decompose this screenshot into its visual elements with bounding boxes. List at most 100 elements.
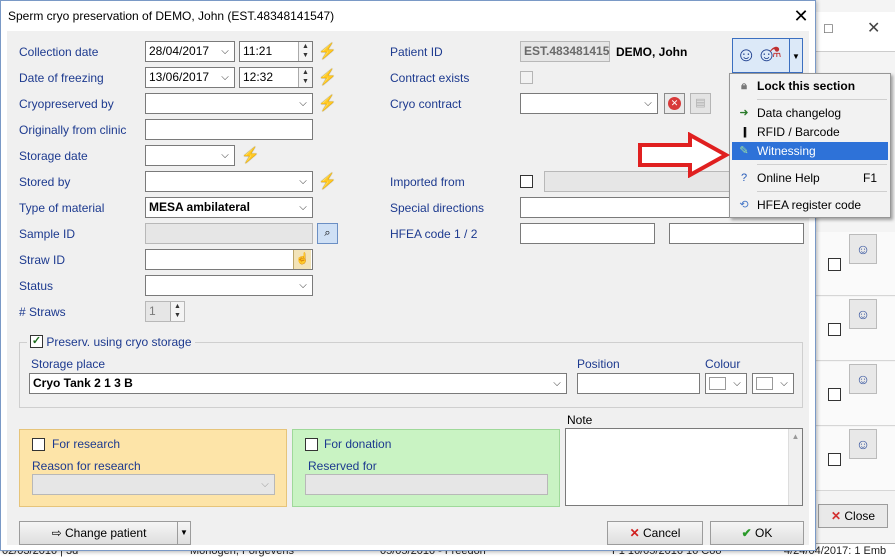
collection-date-label: Collection date: [19, 45, 99, 59]
cryopreserved-by-select[interactable]: ⌵: [145, 93, 313, 114]
note-textarea[interactable]: ▲▼: [565, 428, 803, 506]
straws-label: # Straws: [19, 305, 66, 319]
close-icon: ✕: [830, 509, 842, 523]
dialog-close-button[interactable]: ✕: [789, 5, 813, 27]
patient-couple-icon[interactable]: ☺: [849, 429, 877, 459]
arrow-right-icon: ⇨: [51, 526, 62, 540]
row-checkbox[interactable]: [828, 323, 841, 336]
status-select[interactable]: ⌵: [145, 275, 313, 296]
menu-item-data-changelog[interactable]: ➜ Data changelog: [732, 104, 888, 122]
imported-from-checkbox[interactable]: [520, 175, 533, 188]
collection-time-field[interactable]: 11:21 ▲ ▼: [239, 41, 313, 62]
position-label: Position: [577, 357, 620, 371]
menu-item-online-help[interactable]: ? Online Help F1: [732, 169, 888, 187]
list-item[interactable]: ☺: [815, 362, 895, 426]
chevron-down-icon: ⌵: [299, 98, 307, 109]
time-spinner-icon[interactable]: ▲ ▼: [298, 42, 312, 61]
list-item[interactable]: ☺: [815, 427, 895, 491]
colour-label: Colour: [705, 357, 741, 371]
section-options-menu: 🔒︎ Lock this section ➜ Data changelog ||…: [729, 73, 891, 218]
delete-icon: ✕: [668, 97, 681, 110]
sample-id-label: Sample ID: [19, 227, 76, 241]
sperm-cryo-dialog: Sperm cryo preservation of DEMO, John (E…: [0, 0, 816, 551]
ok-button[interactable]: ✔ OK: [710, 521, 804, 545]
storage-place-select[interactable]: Cryo Tank 2 1 3 B ⌵: [29, 373, 567, 394]
sample-id-lookup-button[interactable]: ⌕: [317, 223, 338, 244]
chevron-down-icon: ▼: [180, 528, 188, 537]
chevron-down-icon: ⌵: [299, 202, 307, 213]
row-checkbox[interactable]: [828, 258, 841, 271]
lightning-icon[interactable]: ⚡: [318, 70, 337, 86]
row-checkbox[interactable]: [828, 388, 841, 401]
cryo-storage-toggle[interactable]: ✓ Preserv. using cryo storage: [27, 334, 195, 350]
chevron-down-icon: ⌵: [644, 98, 652, 109]
stepper-arrows-icon[interactable]: ▲ ▼: [170, 302, 184, 321]
lightning-icon[interactable]: ⚡: [318, 96, 337, 112]
colour-swatch: [709, 377, 726, 390]
cryo-contract-select[interactable]: ⌵: [520, 93, 658, 114]
chevron-down-icon: ⌵: [780, 378, 788, 389]
originally-from-clinic-field[interactable]: [145, 119, 313, 140]
storage-date-field[interactable]: ⌵: [145, 145, 235, 166]
note-scrollbar[interactable]: ▲▼: [788, 429, 802, 505]
colour-select-2[interactable]: ⌵: [752, 373, 794, 394]
freezing-date-label: Date of freezing: [19, 71, 104, 85]
type-of-material-select[interactable]: MESA ambilateral ⌵: [145, 197, 313, 218]
position-field[interactable]: [577, 373, 700, 394]
patient-couple-icon[interactable]: ☺: [849, 234, 877, 264]
barcode-icon: |||: [742, 126, 748, 138]
for-research-label: For research: [52, 437, 121, 451]
for-research-checkbox[interactable]: [32, 438, 45, 451]
hfea-code-1-field[interactable]: [520, 223, 655, 244]
lightning-icon[interactable]: ⚡: [318, 174, 337, 190]
stored-by-label: Stored by: [19, 175, 71, 189]
arrow-right-icon: [638, 132, 731, 178]
donation-pane: For donation Reserved for: [292, 429, 560, 507]
dialog-title: Sperm cryo preservation of DEMO, John (E…: [8, 9, 335, 23]
change-patient-button[interactable]: ⇨ Change patient: [19, 521, 179, 545]
section-options-dropdown[interactable]: ▼: [789, 38, 803, 73]
list-item[interactable]: ☺: [815, 297, 895, 361]
hfea-code-2-field[interactable]: [669, 223, 804, 244]
patient-couple-icon[interactable]: ☺: [849, 299, 877, 329]
cryopreserved-by-label: Cryopreserved by: [19, 97, 114, 111]
menu-item-witnessing[interactable]: ✎ Witnessing: [732, 142, 888, 160]
dialog-client-area: Collection date Date of freezing Cryopre…: [7, 31, 809, 545]
freezing-time-field[interactable]: 12:32 ▲ ▼: [239, 67, 313, 88]
scan-hand-icon[interactable]: ☝: [293, 250, 311, 269]
list-item[interactable]: ☺: [815, 232, 895, 296]
straw-id-field[interactable]: ☝: [145, 249, 313, 270]
colour-select-1[interactable]: ⌵: [705, 373, 747, 394]
menu-item-lock-section[interactable]: 🔒︎ Lock this section: [732, 77, 888, 95]
clear-contract-button[interactable]: ✕: [664, 93, 685, 114]
freezing-date-field[interactable]: 13/06/2017 ⌵: [145, 67, 235, 88]
cancel-button[interactable]: ✕ Cancel: [607, 521, 703, 545]
row-checkbox[interactable]: [828, 453, 841, 466]
lightning-icon[interactable]: ⚡: [318, 44, 337, 60]
time-spinner-icon[interactable]: ▲ ▼: [298, 68, 312, 87]
background-close-button[interactable]: ✕ Close: [818, 504, 888, 528]
lightning-icon[interactable]: ⚡: [241, 148, 260, 164]
sample-id-field: [145, 223, 313, 244]
for-donation-checkbox[interactable]: [305, 438, 318, 451]
changelog-icon: ➜: [739, 107, 749, 119]
menu-separator: [757, 164, 887, 165]
section-options-button[interactable]: ☺☺ ⚗: [732, 38, 790, 73]
collection-date-field[interactable]: 28/04/2017 ⌵: [145, 41, 235, 62]
annotation-arrow: [638, 132, 731, 178]
stored-by-select[interactable]: ⌵: [145, 171, 313, 192]
chevron-down-icon: ⌵: [221, 72, 229, 83]
contract-exists-label: Contract exists: [390, 71, 470, 85]
maximize-icon: ☐: [823, 22, 834, 36]
chevron-down-icon: ⌵: [733, 378, 741, 389]
straws-count-stepper[interactable]: 1 ▲ ▼: [145, 301, 185, 322]
background-window-controls: ☐ ✕: [815, 12, 895, 52]
research-pane: For research Reason for research ⌵: [19, 429, 287, 507]
menu-item-hfea-register-code[interactable]: ⟲ HFEA register code: [732, 196, 888, 214]
menu-item-rfid-barcode[interactable]: ||| RFID / Barcode: [732, 123, 888, 141]
patient-couple-icon[interactable]: ☺: [849, 364, 877, 394]
change-patient-dropdown[interactable]: ▼: [177, 521, 191, 545]
patient-name: DEMO, John: [616, 45, 688, 59]
reserved-for-label: Reserved for: [308, 459, 377, 473]
cryo-storage-checkbox[interactable]: ✓: [30, 335, 43, 349]
